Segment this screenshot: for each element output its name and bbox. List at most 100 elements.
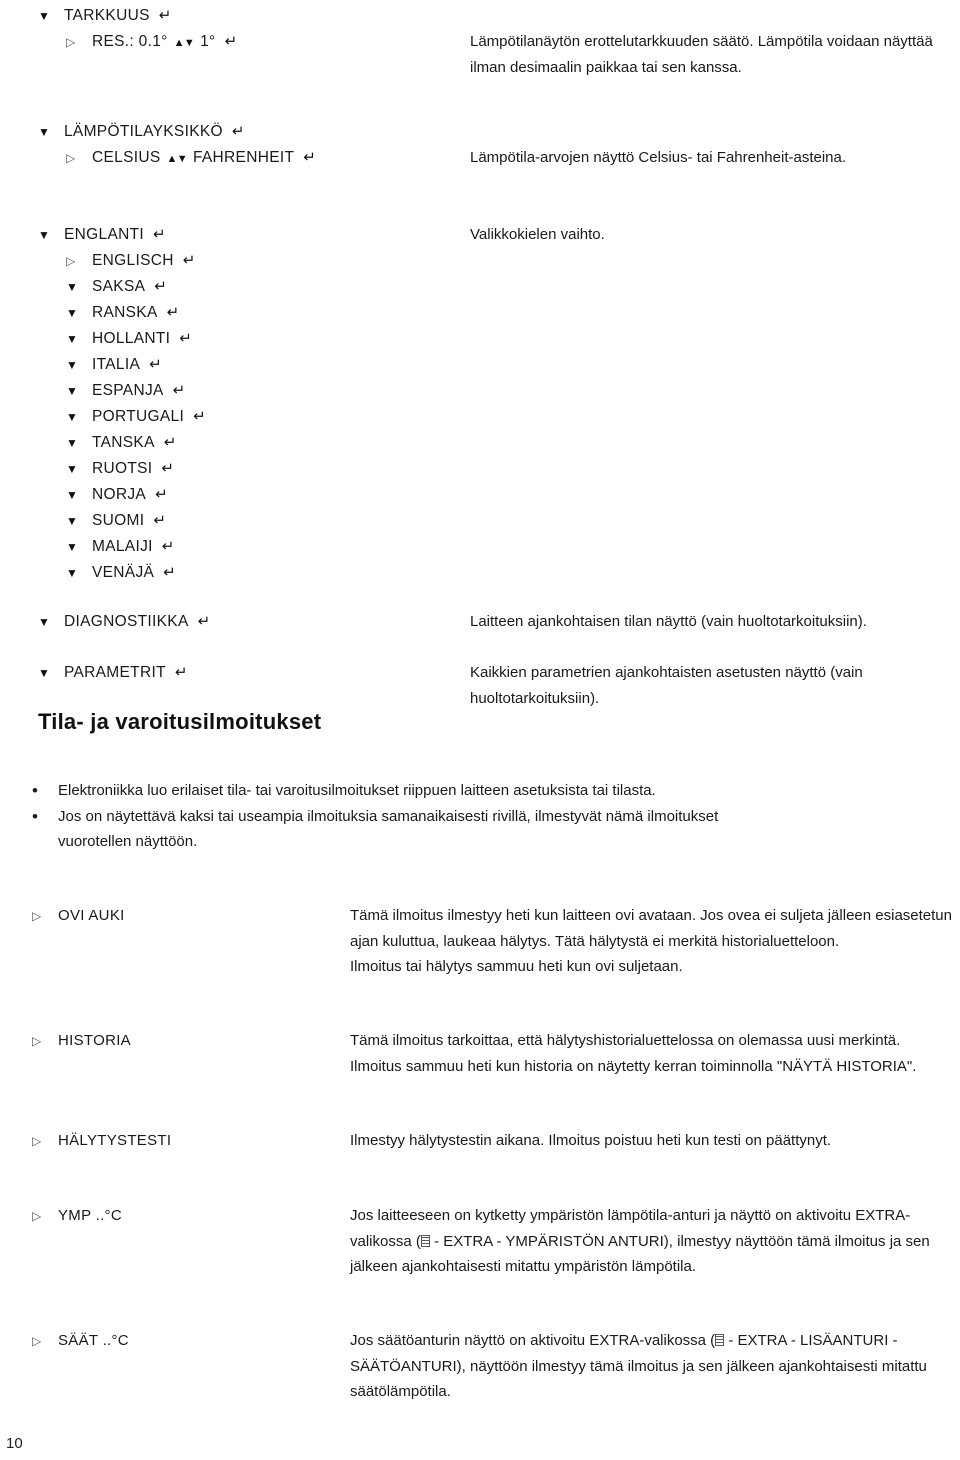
- menu-item[interactable]: ▼ ESPANJA ↵: [0, 378, 470, 405]
- menu-row-description: Lämpötilanäytön erottelutarkkuuden säätö…: [470, 29, 960, 80]
- menu-row: ▼ SUOMI ↵: [0, 508, 960, 535]
- section-heading: Tila- ja varoitusilmoitukset: [38, 709, 322, 734]
- menu-item[interactable]: ▷ RES.: 0.1° ▲▼ 1° ↵: [0, 29, 470, 57]
- menu-row: ▼ SAKSA ↵: [0, 274, 960, 301]
- menu-row-left: ▼ RUOTSI ↵: [0, 456, 470, 483]
- bullet-list-item: • Jos on näytettävä kaksi tai useampia il…: [32, 804, 732, 855]
- triangle-right-icon: ▷: [32, 909, 42, 923]
- status-message-label: HÄLYTYSTESTI: [58, 1132, 172, 1149]
- triangle-right-icon: ▷: [66, 254, 76, 268]
- triangle-down-icon: ▼: [38, 666, 51, 680]
- triangle-right-icon: ▷: [32, 1034, 42, 1048]
- menu-row-left: ▼ MALAIJI ↵: [0, 534, 470, 561]
- status-message-description: Tämä ilmoitus tarkoittaa, että hälytyshi…: [350, 1028, 960, 1079]
- enter-key-icon[interactable]: ↵: [179, 326, 192, 352]
- triangle-right-icon: ▷: [32, 1209, 42, 1223]
- enter-key-icon[interactable]: ↵: [232, 119, 245, 145]
- triangle-right-icon: ▷: [66, 151, 76, 165]
- enter-key-icon[interactable]: ↵: [198, 609, 211, 635]
- enter-key-icon[interactable]: ↵: [161, 456, 174, 482]
- menu-item[interactable]: ▼ ENGLANTI ↵: [0, 222, 470, 249]
- enter-key-icon[interactable]: ↵: [164, 430, 177, 456]
- menu-item[interactable]: ▼ SAKSA ↵: [0, 274, 470, 301]
- menu-row-left: ▼ PORTUGALI ↵: [0, 404, 470, 431]
- enter-key-icon[interactable]: ↵: [193, 404, 206, 430]
- menu-item[interactable]: ▼ SUOMI ↵: [0, 508, 470, 535]
- triangle-down-icon: ▼: [66, 436, 79, 450]
- menu-row: ▷ RES.: 0.1° ▲▼ 1° ↵ Lämpötilanäytön erottelu…: [0, 29, 960, 80]
- menu-row: ▼ RANSKA ↵: [0, 300, 960, 327]
- enter-key-icon[interactable]: ↵: [167, 300, 180, 326]
- bullet-dot-icon: •: [32, 806, 38, 826]
- menu-item-label: PORTUGALI: [92, 408, 185, 425]
- menu-item[interactable]: ▼ MALAIJI ↵: [0, 534, 470, 561]
- menu-row-left: ▼ LÄMPÖTILAYKSIKKÖ ↵: [0, 119, 470, 146]
- enter-key-icon[interactable]: ↵: [225, 29, 238, 55]
- diagnostics-menu-item[interactable]: ▼ DIAGNOSTIIKKA ↵: [0, 609, 470, 636]
- status-message-name-cell[interactable]: ▷ SÄÄT ..°C: [0, 1328, 350, 1355]
- enter-key-icon[interactable]: ↵: [163, 560, 176, 586]
- triangle-down-icon: ▼: [66, 566, 79, 580]
- status-message-description: Tämä ilmoitus ilmestyy heti kun laitteen…: [350, 903, 960, 980]
- menu-item[interactable]: ▼ NORJA ↵: [0, 482, 470, 509]
- menu-row-left: ▼ TANSKA ↵: [0, 430, 470, 457]
- menu-row: ▷ ENGLISCH ↵: [0, 248, 960, 275]
- menu-row-left: ▷ RES.: 0.1° ▲▼ 1° ↵: [0, 29, 470, 57]
- description-text: Tämä ilmoitus tarkoittaa, että hälytyshi…: [350, 1032, 917, 1075]
- diagnostics-item-label: PARAMETRIT: [64, 664, 166, 681]
- enter-key-icon[interactable]: ↵: [155, 482, 168, 508]
- menu-item[interactable]: ▼ TARKKUUS ↵: [0, 3, 470, 30]
- description-text: Lämpötila-arvojen näyttö Celsius- tai Fa…: [470, 149, 847, 166]
- triangle-right-icon: ▷: [32, 1134, 42, 1148]
- menu-item[interactable]: ▼ RUOTSI ↵: [0, 456, 470, 483]
- menu-item-label: ENGLISCH: [92, 252, 174, 269]
- menu-item[interactable]: ▷ ENGLISCH ↵: [0, 248, 470, 275]
- diagnostics-menu-item[interactable]: ▼ PARAMETRIT ↵: [0, 660, 470, 687]
- enter-key-icon[interactable]: ↵: [303, 145, 316, 171]
- enter-key-icon[interactable]: ↵: [159, 3, 172, 29]
- menu-item-label: TANSKA: [92, 434, 155, 451]
- status-message-description: Jos laitteeseen on kytketty ympäristön l…: [350, 1203, 960, 1280]
- page-number: 10: [6, 1435, 23, 1452]
- menu-item[interactable]: ▼ PORTUGALI ↵: [0, 404, 470, 431]
- triangle-down-icon: ▼: [38, 228, 51, 242]
- menu-item[interactable]: ▼ ITALIA ↵: [0, 352, 470, 379]
- menu-row-left: ▼ SUOMI ↵: [0, 508, 470, 535]
- menu-row: ▼ ENGLANTI ↵ Valikkokielen vaihto.: [0, 222, 960, 249]
- diagnostics-row-description: Laitteen ajankohtaisen tilan näyttö (vai…: [470, 609, 960, 635]
- menu-item[interactable]: ▼ VENÄJÄ ↵: [0, 560, 470, 587]
- triangle-down-icon: ▼: [66, 280, 79, 294]
- menu-item[interactable]: ▷ CELSIUS ▲▼ FAHRENHEIT ↵: [0, 145, 470, 173]
- menu-item-label: MALAIJI: [92, 538, 153, 555]
- enter-key-icon[interactable]: ↵: [149, 352, 162, 378]
- status-message-name-cell[interactable]: ▷ HÄLYTYSTESTI: [0, 1128, 350, 1155]
- triangle-right-icon: ▷: [66, 35, 76, 49]
- triangle-down-icon: ▼: [38, 125, 51, 139]
- menu-item-label: TARKKUUS: [64, 7, 150, 24]
- enter-key-icon[interactable]: ↵: [153, 508, 166, 534]
- triangle-down-icon: ▼: [66, 410, 79, 424]
- enter-key-icon[interactable]: ↵: [175, 660, 188, 686]
- up-down-arrows-icon[interactable]: ▲▼: [167, 147, 188, 173]
- menu-row: ▼ ITALIA ↵: [0, 352, 960, 379]
- menu-item[interactable]: ▼ TANSKA ↵: [0, 430, 470, 457]
- up-down-arrows-icon[interactable]: ▲▼: [174, 31, 195, 57]
- menu-row: ▼ PORTUGALI ↵: [0, 404, 960, 431]
- section-bullet-list: • Elektroniikka luo erilaiset tila- tai v…: [32, 778, 732, 855]
- menu-item-label: SUOMI: [92, 512, 145, 529]
- triangle-down-icon: ▼: [66, 306, 79, 320]
- enter-key-icon[interactable]: ↵: [153, 222, 166, 248]
- menu-item[interactable]: ▼ LÄMPÖTILAYKSIKKÖ ↵: [0, 119, 470, 146]
- menu-item[interactable]: ▼ RANSKA ↵: [0, 300, 470, 327]
- enter-key-icon[interactable]: ↵: [154, 274, 167, 300]
- status-message-name-cell[interactable]: ▷ HISTORIA: [0, 1028, 350, 1055]
- enter-key-icon[interactable]: ↵: [162, 534, 175, 560]
- enter-key-icon[interactable]: ↵: [173, 378, 186, 404]
- bullet-text: Jos on näytettävä kaksi tai useampia ilm…: [58, 807, 719, 851]
- diagnostics-row-description: Kaikkien parametrien ajankohtaisten aset…: [470, 660, 960, 711]
- menu-item[interactable]: ▼ HOLLANTI ↵: [0, 326, 470, 353]
- status-message-name-cell[interactable]: ▷ YMP ..°C: [0, 1203, 350, 1230]
- status-message-name-cell[interactable]: ▷ OVI AUKI: [0, 903, 350, 930]
- menu-item-label: HOLLANTI: [92, 330, 171, 347]
- enter-key-icon[interactable]: ↵: [183, 248, 196, 274]
